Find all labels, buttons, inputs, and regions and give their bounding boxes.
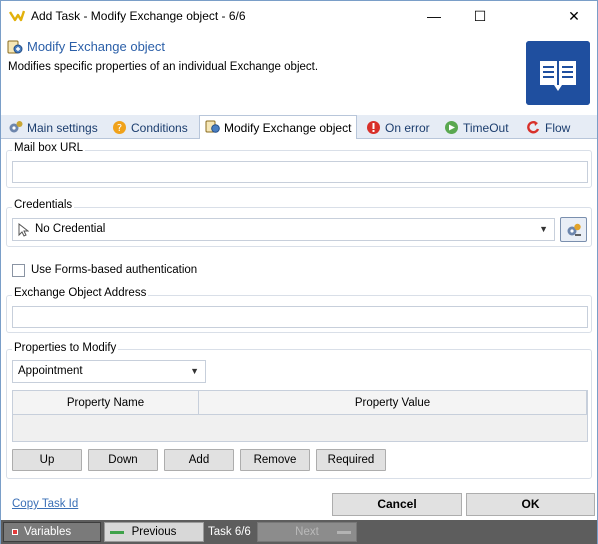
forms-auth-checkbox[interactable] [12, 264, 25, 277]
tab-label: TimeOut [463, 121, 509, 135]
previous-label: Previous [131, 526, 177, 538]
flow-icon [527, 121, 540, 134]
up-button[interactable]: Up [12, 449, 82, 471]
timeout-icon [445, 121, 458, 134]
task-header: Modify Exchange object Modifies specific… [1, 31, 597, 115]
app-logo-icon [9, 10, 25, 22]
window: Add Task - Modify Exchange object - 6/6 … [0, 0, 598, 544]
tab-label: Flow [545, 121, 571, 135]
property-type-value: Appointment [18, 365, 83, 377]
tab-conditions[interactable]: ? Conditions [107, 117, 195, 139]
next-button[interactable]: Next [257, 522, 357, 542]
window-title: Add Task - Modify Exchange object - 6/6 [31, 9, 246, 23]
properties-grid[interactable]: Property Name Property Value [12, 390, 588, 442]
svg-text:?: ? [117, 123, 122, 134]
add-button[interactable]: Add [164, 449, 234, 471]
object-address-input[interactable] [12, 306, 588, 328]
down-button[interactable]: Down [88, 449, 158, 471]
tab-flow[interactable]: Flow [521, 117, 591, 139]
credentials-select[interactable]: No Credential ▼ [12, 218, 555, 241]
mailbox-url-input[interactable] [12, 161, 588, 183]
previous-button[interactable]: Previous [104, 522, 204, 542]
dialog-footer: Copy Task Id Cancel OK [1, 488, 597, 520]
title-bar: Add Task - Modify Exchange object - 6/6 … [1, 1, 597, 31]
variables-indicator-icon [12, 529, 18, 535]
minimize-button[interactable]: — [411, 1, 457, 31]
credentials-value: No Credential [35, 223, 106, 235]
tab-label: Modify Exchange object [224, 121, 352, 135]
property-type-select[interactable]: Appointment ▼ [12, 360, 206, 383]
remove-button[interactable]: Remove [240, 449, 310, 471]
copy-task-id-link[interactable]: Copy Task Id [12, 498, 78, 510]
exchange-icon [205, 120, 220, 133]
column-header-property-name[interactable]: Property Name [13, 391, 199, 415]
tab-main-settings[interactable]: Main settings [3, 117, 103, 139]
status-bar: Variables Previous Task 6/6 Next [1, 520, 597, 544]
task-title: Modify Exchange object [27, 39, 166, 54]
ok-button[interactable]: OK [466, 493, 595, 516]
required-button[interactable]: Required [316, 449, 386, 471]
task-counter: Task 6/6 [208, 526, 251, 538]
variables-button[interactable]: Variables [3, 522, 101, 542]
exchange-object-icon [7, 40, 23, 54]
tab-label: Conditions [131, 121, 188, 135]
close-button[interactable]: ✕ [551, 1, 597, 31]
properties-label: Properties to Modify [12, 342, 119, 354]
maximize-button[interactable]: ☐ [457, 1, 503, 31]
mailbox-url-label: Mail box URL [12, 142, 86, 154]
object-address-label: Exchange Object Address [12, 287, 149, 299]
tab-strip: Main settings ? Conditions Modify Exchan… [1, 115, 597, 140]
column-header-property-value[interactable]: Property Value [199, 391, 587, 415]
gears-icon [9, 121, 23, 133]
tab-on-error[interactable]: On error [361, 117, 435, 139]
pointer-icon [18, 223, 29, 237]
cancel-button[interactable]: Cancel [332, 493, 462, 516]
tab-modify-exchange-object[interactable]: Modify Exchange object [199, 115, 357, 140]
credential-gear-icon [567, 223, 581, 236]
credential-manager-button[interactable] [560, 217, 587, 242]
task-description: Modifies specific properties of an indiv… [8, 61, 319, 73]
tab-label: On error [385, 121, 430, 135]
credentials-label: Credentials [12, 199, 75, 211]
exchange-book-icon [526, 41, 590, 105]
next-label: Next [295, 526, 319, 538]
next-indicator-icon [337, 531, 351, 534]
tab-timeout[interactable]: TimeOut [439, 117, 519, 139]
question-icon: ? [113, 121, 126, 134]
chevron-down-icon: ▼ [539, 224, 548, 234]
main-panel: Mail box URL Credentials No Credential ▼… [1, 139, 597, 519]
previous-indicator-icon [110, 531, 124, 534]
variables-label: Variables [24, 526, 72, 538]
forms-auth-label: Use Forms-based authentication [31, 264, 198, 276]
chevron-down-icon: ▼ [190, 366, 199, 376]
error-icon [367, 121, 380, 134]
tab-label: Main settings [27, 121, 98, 135]
